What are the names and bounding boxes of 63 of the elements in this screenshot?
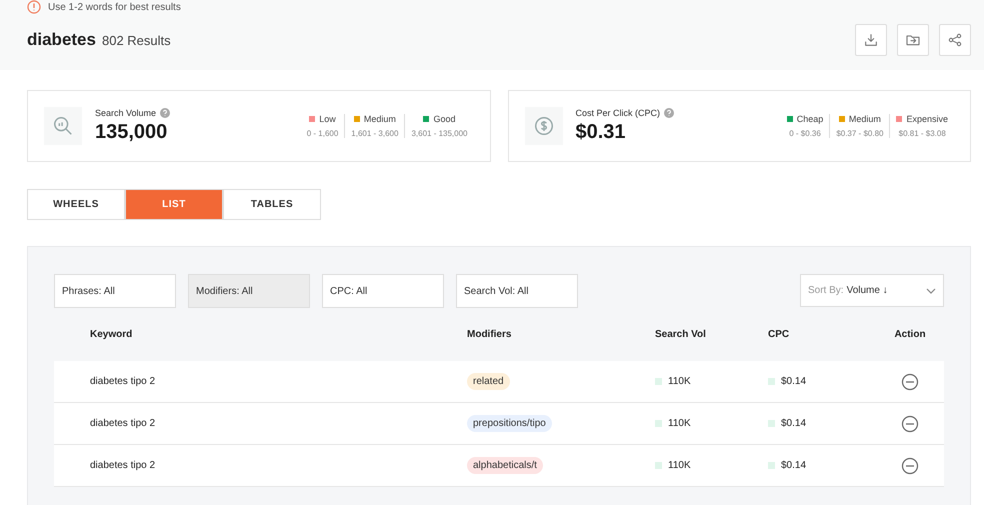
share-icon xyxy=(947,32,963,48)
column-header: Action xyxy=(894,329,926,340)
download-button[interactable] xyxy=(855,24,887,56)
magnifier-chart-icon xyxy=(52,115,74,137)
share-button[interactable] xyxy=(939,24,971,56)
result-count: 802 Results xyxy=(102,32,171,48)
remove-button[interactable] xyxy=(901,414,919,432)
metric-title: Cost Per Click (CPC) xyxy=(576,108,660,118)
legend-range: $0.81 - $3.08 xyxy=(898,129,946,138)
legend-range: 1,601 - 3,600 xyxy=(351,129,398,138)
help-icon[interactable] xyxy=(160,108,170,118)
help-icon[interactable] xyxy=(664,108,674,118)
modifier-tag: prepositions/tipo xyxy=(467,415,552,432)
download-icon xyxy=(863,32,879,48)
modifier-tag: related xyxy=(467,373,510,390)
view-tab[interactable]: WHEELS xyxy=(27,189,125,220)
volume-indicator xyxy=(655,378,662,385)
legend-range: 3,601 - 135,000 xyxy=(411,129,468,138)
metric-value: $0.31 xyxy=(576,121,627,144)
column-header: CPC xyxy=(768,329,790,340)
legend-range: $0.37 - $0.80 xyxy=(836,129,884,138)
column-header: Search Vol xyxy=(655,329,707,340)
column-header: Keyword xyxy=(90,329,134,340)
export-button[interactable] xyxy=(897,24,929,56)
cpc-cell: $0.14 xyxy=(781,418,806,429)
legend-label: Cheap xyxy=(796,114,824,124)
modifier-tag: alphabeticals/t xyxy=(467,457,543,474)
search-term: diabetes xyxy=(27,30,96,50)
volume-cell: 110K xyxy=(668,418,691,429)
legend-range: 0 - $0.36 xyxy=(789,129,821,138)
metric-title: Search Volume xyxy=(95,108,156,118)
chevron-down-icon xyxy=(926,288,936,294)
filter-dropdown[interactable]: Search Vol: All xyxy=(456,274,578,308)
cpc-cell: $0.14 xyxy=(781,376,806,387)
column-header: Modifiers xyxy=(467,329,512,340)
cpc-indicator xyxy=(768,462,775,469)
search-hint: Use 1-2 words for best results xyxy=(48,2,181,12)
legend-label: Medium xyxy=(364,114,396,124)
view-tab[interactable]: TABLES xyxy=(223,189,321,220)
keyword-cell-text: diabetes tipo 2 xyxy=(90,418,156,429)
keyword-cell-text: diabetes tipo 2 xyxy=(90,376,156,387)
keyword-cell-text: diabetes tipo 2 xyxy=(90,460,156,471)
cpc-indicator xyxy=(768,378,775,385)
metric-value: 135,000 xyxy=(95,121,168,144)
remove-button[interactable] xyxy=(901,456,919,474)
volume-indicator xyxy=(655,462,662,469)
cpc-indicator xyxy=(768,420,775,427)
cpc-cell: $0.14 xyxy=(781,460,806,471)
volume-cell: 110K xyxy=(668,376,691,387)
warning-icon xyxy=(27,0,41,14)
filter-dropdown[interactable]: CPC: All xyxy=(322,274,444,308)
volume-indicator xyxy=(655,420,662,427)
legend-label: Medium xyxy=(848,114,881,124)
legend-range: 0 - 1,600 xyxy=(306,129,338,138)
volume-cell: 110K xyxy=(668,460,691,471)
remove-button[interactable] xyxy=(901,372,919,390)
filter-dropdown[interactable]: Modifiers: All xyxy=(188,274,310,308)
sort-dropdown[interactable]: Sort By: Volume ↓ xyxy=(800,274,944,307)
legend-label: Good xyxy=(433,114,456,124)
legend-label: Expensive xyxy=(906,114,948,124)
legend-label: Low xyxy=(319,114,336,124)
dollar-coin-icon xyxy=(532,115,554,137)
filter-dropdown[interactable]: Phrases: All xyxy=(54,274,176,308)
